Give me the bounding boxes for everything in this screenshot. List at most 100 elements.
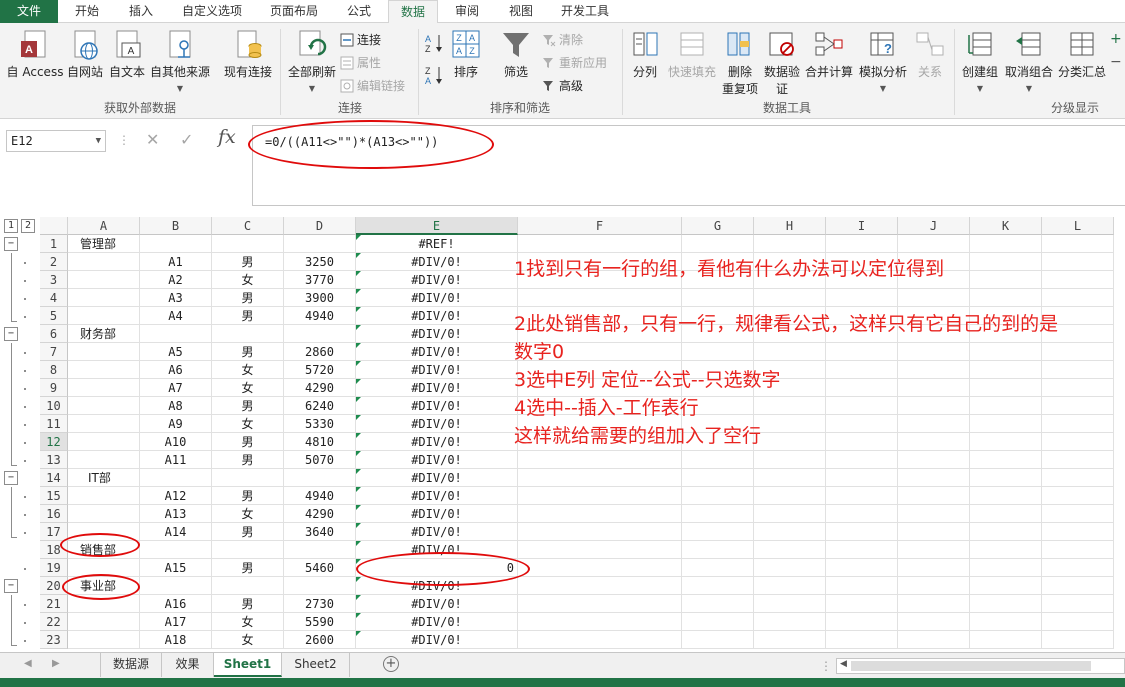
clear-filter-button[interactable]: 清除 xyxy=(542,31,583,48)
row-header[interactable]: 8 xyxy=(40,361,68,379)
cell-d18[interactable] xyxy=(284,541,356,559)
cell-e7[interactable]: #DIV/0! xyxy=(356,343,518,361)
cell-f20[interactable] xyxy=(518,577,682,595)
cell-h22[interactable] xyxy=(754,613,826,631)
cell-g16[interactable] xyxy=(682,505,754,523)
cell-f16[interactable] xyxy=(518,505,682,523)
collapse-group-button[interactable]: − xyxy=(4,237,18,251)
tab-formulas[interactable]: 公式 xyxy=(334,0,384,23)
cell-a22[interactable] xyxy=(68,613,140,631)
cell-j21[interactable] xyxy=(898,595,970,613)
cell-l11[interactable] xyxy=(1042,415,1114,433)
cell-k12[interactable] xyxy=(970,433,1042,451)
cell-e4[interactable]: #DIV/0! xyxy=(356,289,518,307)
cell-c6[interactable] xyxy=(212,325,284,343)
sheet-tab-data-source[interactable]: 数据源 xyxy=(100,653,162,677)
scroll-left-arrow-icon[interactable]: ◀ xyxy=(840,659,847,669)
cell-h13[interactable] xyxy=(754,451,826,469)
cell-c18[interactable] xyxy=(212,541,284,559)
cell-l18[interactable] xyxy=(1042,541,1114,559)
cell-b2[interactable]: A1 xyxy=(140,253,212,271)
cell-h19[interactable] xyxy=(754,559,826,577)
row-header[interactable]: 9 xyxy=(40,379,68,397)
cell-e22[interactable]: #DIV/0! xyxy=(356,613,518,631)
cell-d5[interactable]: 4940 xyxy=(284,307,356,325)
cell-b19[interactable]: A15 xyxy=(140,559,212,577)
cell-k4[interactable] xyxy=(970,289,1042,307)
cell-j14[interactable] xyxy=(898,469,970,487)
row-header[interactable]: 21 xyxy=(40,595,68,613)
tab-review[interactable]: 审阅 xyxy=(442,0,492,23)
cell-l14[interactable] xyxy=(1042,469,1114,487)
cell-d13[interactable]: 5070 xyxy=(284,451,356,469)
cell-d15[interactable]: 4940 xyxy=(284,487,356,505)
from-text-button[interactable]: A 自文本 xyxy=(106,29,148,80)
cell-a8[interactable] xyxy=(68,361,140,379)
cell-f1[interactable] xyxy=(518,235,682,253)
cell-d23[interactable]: 2600 xyxy=(284,631,356,649)
cell-l12[interactable] xyxy=(1042,433,1114,451)
cell-i7[interactable] xyxy=(826,343,898,361)
cell-c17[interactable]: 男 xyxy=(212,523,284,541)
outline-level-1-button[interactable]: 1 xyxy=(4,219,18,233)
cell-k7[interactable] xyxy=(970,343,1042,361)
cell-l3[interactable] xyxy=(1042,271,1114,289)
cell-k9[interactable] xyxy=(970,379,1042,397)
consolidate-button[interactable]: 合并计算 xyxy=(804,29,854,80)
cell-a2[interactable] xyxy=(68,253,140,271)
row-header[interactable]: 6 xyxy=(40,325,68,343)
subtotal-button[interactable]: 分类汇总 xyxy=(1056,29,1108,80)
cell-a10[interactable] xyxy=(68,397,140,415)
cell-e13[interactable]: #DIV/0! xyxy=(356,451,518,469)
cell-b11[interactable]: A9 xyxy=(140,415,212,433)
cell-l2[interactable] xyxy=(1042,253,1114,271)
cell-i4[interactable] xyxy=(826,289,898,307)
row-header[interactable]: 5 xyxy=(40,307,68,325)
cell-a23[interactable] xyxy=(68,631,140,649)
cell-k22[interactable] xyxy=(970,613,1042,631)
cell-j17[interactable] xyxy=(898,523,970,541)
cell-g13[interactable] xyxy=(682,451,754,469)
cell-b12[interactable]: A10 xyxy=(140,433,212,451)
cell-c21[interactable]: 男 xyxy=(212,595,284,613)
cell-a5[interactable] xyxy=(68,307,140,325)
cell-h10[interactable] xyxy=(754,397,826,415)
cell-g7[interactable] xyxy=(682,343,754,361)
cell-g18[interactable] xyxy=(682,541,754,559)
cell-c13[interactable]: 男 xyxy=(212,451,284,469)
cell-c11[interactable]: 女 xyxy=(212,415,284,433)
cancel-icon[interactable]: ✕ xyxy=(146,130,159,149)
cell-a9[interactable] xyxy=(68,379,140,397)
cell-h15[interactable] xyxy=(754,487,826,505)
cell-j9[interactable] xyxy=(898,379,970,397)
flash-fill-button[interactable]: 快速填充 xyxy=(666,29,718,80)
row-header[interactable]: 4 xyxy=(40,289,68,307)
cell-h20[interactable] xyxy=(754,577,826,595)
cell-j15[interactable] xyxy=(898,487,970,505)
cell-g1[interactable] xyxy=(682,235,754,253)
cell-l23[interactable] xyxy=(1042,631,1114,649)
scrollbar-thumb[interactable] xyxy=(851,661,1091,671)
tab-developer[interactable]: 开发工具 xyxy=(550,0,620,23)
cell-c23[interactable]: 女 xyxy=(212,631,284,649)
cell-j16[interactable] xyxy=(898,505,970,523)
cell-a7[interactable] xyxy=(68,343,140,361)
collapse-group-button[interactable]: − xyxy=(4,471,18,485)
show-detail-button[interactable]: + xyxy=(1110,31,1122,47)
cell-h17[interactable] xyxy=(754,523,826,541)
row-header[interactable]: 13 xyxy=(40,451,68,469)
filter-button[interactable]: 筛选 xyxy=(498,29,534,80)
refresh-all-button[interactable]: 全部刷新 ▼ xyxy=(284,29,340,94)
cell-j18[interactable] xyxy=(898,541,970,559)
properties-button[interactable]: 属性 xyxy=(340,54,381,71)
cell-l10[interactable] xyxy=(1042,397,1114,415)
cell-j10[interactable] xyxy=(898,397,970,415)
from-access-button[interactable]: A 自 Access xyxy=(4,29,66,80)
cell-c15[interactable]: 男 xyxy=(212,487,284,505)
sheet-tab-sheet1[interactable]: Sheet1 xyxy=(214,653,282,677)
cell-j12[interactable] xyxy=(898,433,970,451)
cell-e15[interactable]: #DIV/0! xyxy=(356,487,518,505)
cell-a6[interactable]: 财务部 xyxy=(68,325,140,343)
cell-e12[interactable]: #DIV/0! xyxy=(356,433,518,451)
connections-button[interactable]: 连接 xyxy=(340,31,381,48)
